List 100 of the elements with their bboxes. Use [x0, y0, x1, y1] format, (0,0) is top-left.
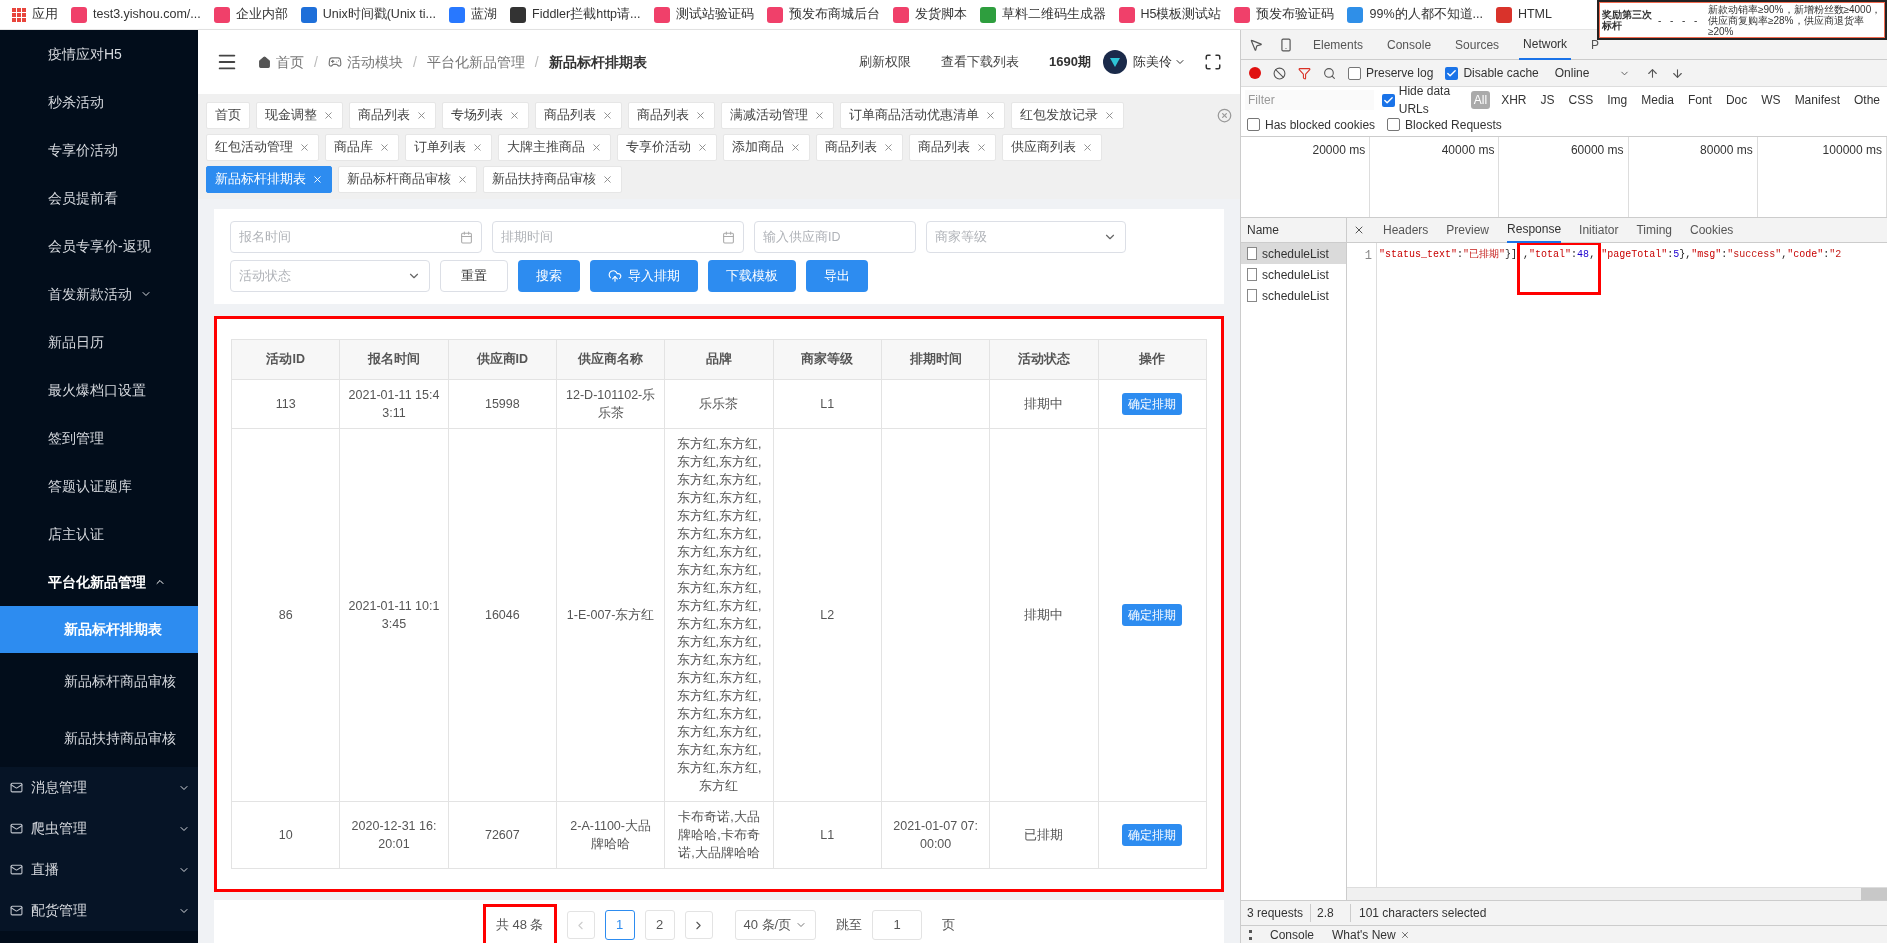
- horizontal-scrollbar[interactable]: [1347, 887, 1887, 900]
- user-name[interactable]: 陈美伶: [1133, 52, 1172, 72]
- type-filter[interactable]: Manifest: [1791, 91, 1843, 109]
- type-filter[interactable]: Font: [1684, 91, 1715, 109]
- close-icon[interactable]: [790, 142, 801, 153]
- bookmark-link[interactable]: 蓝湖: [471, 5, 497, 24]
- sidebar-item[interactable]: 店主认证: [0, 510, 198, 558]
- close-icon[interactable]: [312, 174, 323, 185]
- type-filter[interactable]: XHR: [1498, 91, 1530, 109]
- fullscreen-icon[interactable]: [1204, 53, 1222, 71]
- sidebar-group[interactable]: 直播: [0, 849, 198, 890]
- close-icon[interactable]: [814, 110, 825, 121]
- close-icon[interactable]: [472, 142, 483, 153]
- close-icon[interactable]: [985, 110, 996, 121]
- throttling-select[interactable]: Online: [1550, 64, 1635, 82]
- breadcrumb-item[interactable]: 平台化新品管理: [426, 51, 525, 73]
- page-tab[interactable]: 商品列表: [349, 102, 436, 129]
- sidebar-group[interactable]: 配货管理: [0, 890, 198, 931]
- sidebar-item[interactable]: 签到管理: [0, 414, 198, 462]
- detail-tab[interactable]: Headers: [1383, 217, 1429, 243]
- jump-field[interactable]: 1: [872, 910, 923, 940]
- page-tab[interactable]: 订单商品活动优惠清单: [840, 102, 1005, 129]
- request-row[interactable]: scheduleList: [1241, 243, 1346, 264]
- type-filter[interactable]: WS: [1758, 91, 1784, 109]
- devtools-tab[interactable]: Elements: [1309, 29, 1368, 60]
- sidebar-subitem[interactable]: 新品扶持商品审核: [0, 710, 198, 767]
- sidebar-item[interactable]: 疫情应对H5: [0, 30, 198, 78]
- sidebar-submenu[interactable]: 平台化新品管理: [0, 558, 198, 606]
- close-icon[interactable]: [602, 174, 613, 185]
- close-icon[interactable]: [1399, 929, 1410, 940]
- detail-tab[interactable]: Response: [1507, 217, 1562, 243]
- search-icon[interactable]: [1323, 66, 1336, 80]
- page-tab[interactable]: 现金调整: [256, 102, 343, 129]
- page-tab[interactable]: 商品列表: [909, 134, 996, 161]
- bookmark-link[interactable]: Unix时间戳(Unix ti...: [322, 5, 436, 24]
- apps-grid-icon[interactable]: [12, 7, 26, 22]
- page-tab[interactable]: 红包发放记录: [1011, 102, 1124, 129]
- sidebar-item[interactable]: 会员提前看: [0, 174, 198, 222]
- bookmark-link[interactable]: 测试站验证码: [675, 5, 754, 24]
- bookmark-link[interactable]: 草料二维码生成器: [1001, 5, 1106, 24]
- checkbox[interactable]: [1381, 93, 1395, 107]
- sidebar-subitem[interactable]: 新品标杆商品审核: [0, 653, 198, 710]
- sidebar-group[interactable]: 消息管理: [0, 767, 198, 808]
- close-icon[interactable]: [323, 110, 334, 121]
- page-tab[interactable]: 新品扶持商品审核: [483, 166, 622, 193]
- checkbox[interactable]: [1247, 118, 1260, 131]
- page-tab[interactable]: 专场列表: [442, 102, 529, 129]
- page-tab[interactable]: 商品库: [325, 134, 399, 161]
- bookmark-link[interactable]: Fiddler拦截http请...: [532, 5, 641, 24]
- drawer-tab[interactable]: Console: [1270, 926, 1315, 943]
- bookmark-link[interactable]: H5模板测试站: [1140, 5, 1222, 24]
- download-icon[interactable]: [1671, 66, 1685, 80]
- page-tab[interactable]: 专享价活动: [617, 134, 717, 161]
- header-link[interactable]: 查看下载列表: [941, 52, 1020, 72]
- close-icon[interactable]: [509, 110, 520, 121]
- clear-icon[interactable]: [1273, 66, 1286, 80]
- record-icon[interactable]: [1249, 67, 1261, 79]
- type-filter[interactable]: Img: [1604, 91, 1631, 109]
- type-filter[interactable]: Othe: [1851, 91, 1883, 109]
- close-icon[interactable]: [976, 142, 987, 153]
- header-link[interactable]: 刷新权限: [859, 52, 912, 72]
- page-tab[interactable]: 新品标杆商品审核: [338, 166, 477, 193]
- sidebar-item[interactable]: 答题认证题库: [0, 462, 198, 510]
- page-size-select[interactable]: 40 条/页: [734, 910, 817, 940]
- upload-icon[interactable]: [1646, 66, 1660, 80]
- close-icon[interactable]: [883, 142, 894, 153]
- sidebar-item[interactable]: 秒杀活动: [0, 78, 198, 126]
- close-icon[interactable]: [299, 142, 310, 153]
- bookmark-link[interactable]: test3.yishou.com/...: [93, 5, 201, 24]
- page-tab[interactable]: 供应商列表: [1002, 134, 1102, 161]
- page-tab[interactable]: 首页: [206, 102, 250, 129]
- page-tab[interactable]: 添加商品: [723, 134, 810, 161]
- scrollbar-thumb[interactable]: [1861, 888, 1887, 900]
- close-all-icon[interactable]: [1217, 108, 1232, 123]
- inspect-icon[interactable]: [1249, 37, 1263, 52]
- bookmark-link[interactable]: 预发布验证码: [1256, 5, 1335, 24]
- detail-tab[interactable]: Preview: [1446, 217, 1490, 243]
- sidebar-group[interactable]: 爬虫管理: [0, 808, 198, 849]
- bookmark-link[interactable]: 企业内部: [235, 5, 288, 24]
- bookmark-link[interactable]: 发货脚本: [914, 5, 967, 24]
- devtools-tab[interactable]: Sources: [1451, 29, 1504, 60]
- close-icon[interactable]: [602, 110, 613, 121]
- close-icon[interactable]: [1104, 110, 1115, 121]
- page-tab[interactable]: 订单列表: [405, 134, 492, 161]
- bookmark-link[interactable]: 预发布商城后台: [788, 5, 880, 24]
- checkbox[interactable]: [1445, 66, 1459, 80]
- sidebar-submenu[interactable]: 首发新款活动: [0, 270, 198, 318]
- devtools-tab[interactable]: P: [1587, 29, 1604, 60]
- device-icon[interactable]: [1279, 37, 1293, 52]
- type-filter[interactable]: Media: [1638, 91, 1677, 109]
- filter-icon[interactable]: [1298, 66, 1311, 80]
- drawer-menu-icon[interactable]: [1249, 929, 1252, 940]
- bookmark-link[interactable]: 99%的人都不知道...: [1369, 5, 1483, 24]
- breadcrumb-item[interactable]: 首页: [276, 51, 304, 73]
- close-icon[interactable]: [1353, 224, 1365, 236]
- page-tab[interactable]: 商品列表: [816, 134, 903, 161]
- sidebar-item[interactable]: 会员专享价-返现: [0, 222, 198, 270]
- page-tab[interactable]: 满减活动管理: [721, 102, 834, 129]
- close-icon[interactable]: [379, 142, 390, 153]
- close-icon[interactable]: [591, 142, 602, 153]
